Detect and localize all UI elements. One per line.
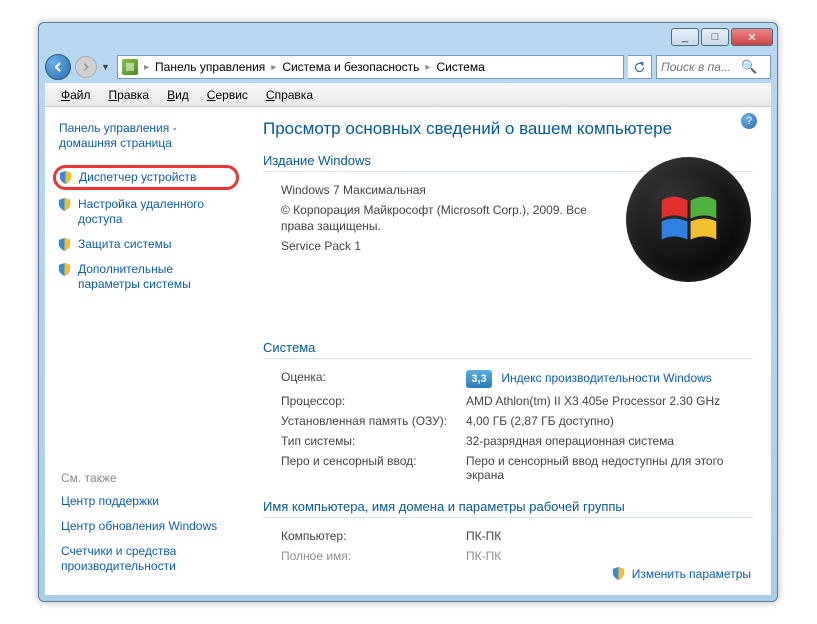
control-panel-icon <box>122 59 138 75</box>
ram-label: Установленная память (ОЗУ): <box>281 414 466 428</box>
close-button[interactable]: ✕ <box>731 28 773 46</box>
full-name-value: ПК-ПК <box>466 549 753 563</box>
shield-icon <box>57 197 72 212</box>
ram-value: 4,00 ГБ (2,87 ГБ доступно) <box>466 414 753 428</box>
sidebar-device-manager[interactable]: Диспетчер устройств <box>53 165 239 190</box>
arrow-left-icon <box>52 61 64 73</box>
sidebar-item-label: Диспетчер устройств <box>79 170 196 185</box>
sidebar-windows-update[interactable]: Центр обновления Windows <box>53 514 245 539</box>
menu-bar: Файл Правка Вид Сервис Справка <box>45 83 771 107</box>
workgroup-heading: Имя компьютера, имя домена и параметры р… <box>263 499 753 518</box>
minimize-button[interactable]: _ <box>671 28 699 46</box>
copyright-text: © Корпорация Майкрософт (Microsoft Corp.… <box>263 200 613 236</box>
maximize-button[interactable]: □ <box>701 28 729 46</box>
cpu-value: AMD Athlon(tm) II X3 405e Processor 2.30… <box>466 394 753 408</box>
window-controls: _ □ ✕ <box>671 28 773 46</box>
nav-history-dropdown[interactable]: ▼ <box>101 62 113 72</box>
chevron-right-icon: ▸ <box>269 62 278 73</box>
pen-touch-label: Перо и сенсорный ввод: <box>281 454 466 482</box>
refresh-icon <box>633 61 646 74</box>
chevron-right-icon: ▸ <box>423 62 432 73</box>
main-panel: ? Просмотр основных сведений о вашем ком… <box>245 107 771 595</box>
menu-view[interactable]: Вид <box>159 86 197 104</box>
sidebar-system-protection[interactable]: Защита системы <box>53 232 245 257</box>
sidebar-action-center[interactable]: Центр поддержки <box>53 489 245 514</box>
shield-icon <box>57 262 72 277</box>
shield-icon <box>58 170 73 185</box>
shield-icon <box>611 566 626 581</box>
rating-label: Оценка: <box>281 370 466 388</box>
address-bar-row: ▼ ▸ Панель управления ▸ Система и безопа… <box>39 51 777 83</box>
breadcrumb-item-system[interactable]: Система <box>432 60 488 74</box>
breadcrumb-item-control-panel[interactable]: Панель управления <box>151 60 269 74</box>
cpu-label: Процессор: <box>281 394 466 408</box>
system-type-label: Тип системы: <box>281 434 466 448</box>
sidebar-item-label: Дополнительные параметры системы <box>78 262 237 292</box>
search-input[interactable] <box>661 60 741 74</box>
sidebar: Панель управления - домашняя страница Ди… <box>45 107 245 595</box>
change-settings-label: Изменить параметры <box>632 567 751 581</box>
shield-icon <box>57 237 72 252</box>
full-name-label: Полное имя: <box>281 549 466 563</box>
see-also-heading: См. также <box>53 467 245 489</box>
menu-tools[interactable]: Сервис <box>199 86 256 104</box>
performance-index-link[interactable]: Индекс производительности Windows <box>501 371 711 385</box>
chevron-right-icon: ▸ <box>142 62 151 73</box>
change-settings-link[interactable]: Изменить параметры <box>611 566 751 581</box>
titlebar: _ □ ✕ <box>39 23 777 51</box>
maximize-icon: □ <box>712 31 719 43</box>
sidebar-advanced-settings[interactable]: Дополнительные параметры системы <box>53 257 245 297</box>
sidebar-remote-settings[interactable]: Настройка удаленного доступа <box>53 192 245 232</box>
computer-name-value: ПК-ПК <box>466 529 753 543</box>
menu-help[interactable]: Справка <box>258 86 321 104</box>
computer-name-label: Компьютер: <box>281 529 466 543</box>
system-window: _ □ ✕ ▼ ▸ Панель управления ▸ Система и … <box>38 22 778 602</box>
system-type-value: 32-разрядная операционная система <box>466 434 753 448</box>
pen-touch-value: Перо и сенсорный ввод недоступны для это… <box>466 454 753 482</box>
rating-badge: 3,3 <box>466 370 492 388</box>
close-icon: ✕ <box>747 31 756 44</box>
nav-forward-button <box>75 56 97 78</box>
windows-logo <box>626 157 751 282</box>
help-button[interactable]: ? <box>741 113 757 129</box>
page-title: Просмотр основных сведений о вашем компь… <box>263 119 753 139</box>
menu-edit[interactable]: Правка <box>101 86 158 104</box>
menu-file[interactable]: Файл <box>53 86 99 104</box>
sidebar-perf-tools[interactable]: Счетчики и средства производительности <box>53 539 245 579</box>
search-icon: 🔍 <box>741 59 757 75</box>
sidebar-home-link[interactable]: Панель управления - домашняя страница <box>53 117 245 163</box>
breadcrumb-item-security[interactable]: Система и безопасность <box>278 60 423 74</box>
edition-name: Windows 7 Максимальная <box>263 180 613 200</box>
content-area: Панель управления - домашняя страница Ди… <box>45 107 771 595</box>
search-box[interactable]: 🔍 <box>656 55 771 79</box>
arrow-right-icon <box>81 62 91 72</box>
nav-back-button[interactable] <box>45 54 71 80</box>
service-pack: Service Pack 1 <box>263 236 613 256</box>
sidebar-item-label: Настройка удаленного доступа <box>78 197 237 227</box>
refresh-button[interactable] <box>628 55 652 79</box>
system-heading: Система <box>263 340 753 359</box>
minimize-icon: _ <box>682 31 688 43</box>
breadcrumb-bar[interactable]: ▸ Панель управления ▸ Система и безопасн… <box>117 55 624 79</box>
windows-flag-icon <box>650 181 728 259</box>
sidebar-item-label: Защита системы <box>78 237 171 252</box>
